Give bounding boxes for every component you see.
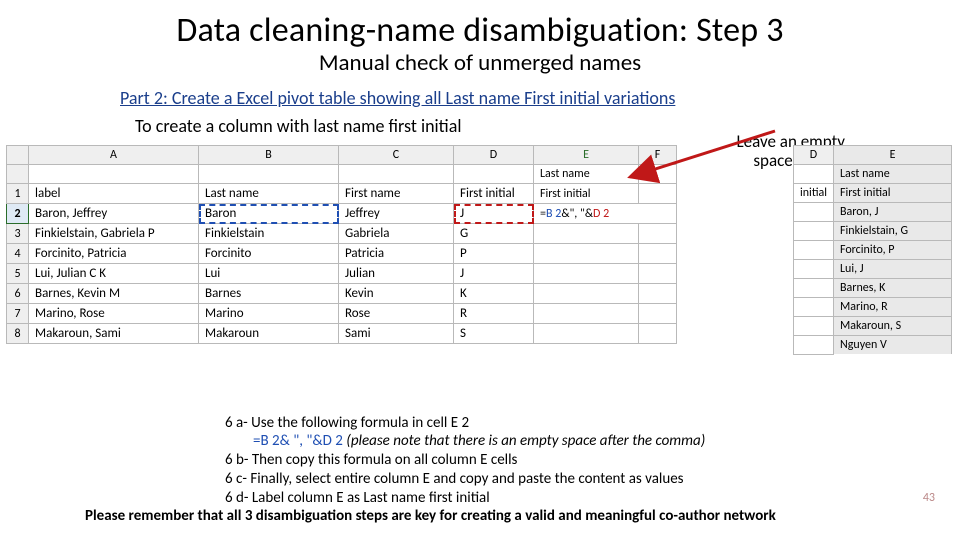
cell-label: Makaroun, Sami bbox=[29, 324, 199, 344]
slide-title: Data cleaning-name disambiguation: Step … bbox=[0, 10, 960, 51]
cell-lastname: Lui bbox=[199, 264, 339, 284]
cell-firstname: Julian bbox=[339, 264, 454, 284]
cell-D2: J bbox=[454, 204, 534, 224]
col-E-header: E bbox=[534, 146, 639, 165]
r-cell: Forcinito, P bbox=[834, 241, 952, 260]
left-spreadsheet: A B C D E F Last name 1 label Last name … bbox=[6, 145, 677, 344]
header-label: label bbox=[29, 184, 199, 204]
lastname-header-E: Last name bbox=[534, 165, 639, 184]
header-row-1: 1 label Last name First name First initi… bbox=[7, 184, 677, 204]
cell-initial: K bbox=[454, 284, 534, 304]
note-6c: 6 c- Finally, select entire column E and… bbox=[225, 470, 930, 489]
cell-firstname: Kevin bbox=[339, 284, 454, 304]
part2-heading: Part 2: Create a Excel pivot table showi… bbox=[120, 87, 960, 109]
row-num: 3 bbox=[7, 224, 29, 244]
cell-B2: Baron bbox=[199, 204, 339, 224]
page-number: 43 bbox=[923, 491, 935, 505]
cell-lastname: Barnes bbox=[199, 284, 339, 304]
corner-cell bbox=[7, 146, 29, 165]
r-cell: Barnes, K bbox=[834, 279, 952, 298]
data-row: 7 Marino, Rose Marino Rose R bbox=[7, 304, 677, 324]
col-header-row: A B C D E F bbox=[7, 146, 677, 165]
row-num: 1 bbox=[7, 184, 29, 204]
cell-E2-formula: =B 2&", "&D 2 bbox=[534, 204, 677, 224]
header-firstinitial-E: First initial bbox=[534, 184, 639, 204]
cell-label: Marino, Rose bbox=[29, 304, 199, 324]
note-6d: 6 d- Label column E as Last name first i… bbox=[225, 489, 930, 508]
r-header-D: initial bbox=[794, 184, 834, 203]
cell-firstname: Patricia bbox=[339, 244, 454, 264]
data-row-2: 2 Baron, Jeffrey Baron Jeffrey J =B 2&",… bbox=[7, 204, 677, 224]
r-col-E: E bbox=[834, 146, 952, 165]
cell-firstname: Rose bbox=[339, 304, 454, 324]
cell-lastname: Finkielstain bbox=[199, 224, 339, 244]
cell-initial: R bbox=[454, 304, 534, 324]
r-lastname-header: Last name bbox=[834, 165, 952, 184]
col-F-header: F bbox=[639, 146, 677, 165]
note-6a-formula: =B 2& ", "&D 2 (please note that there i… bbox=[253, 432, 930, 451]
data-row: 4 Forcinito, Patricia Forcinito Patricia… bbox=[7, 244, 677, 264]
r-cell: Marino, R bbox=[834, 298, 952, 317]
row-num: 8 bbox=[7, 324, 29, 344]
cell-firstname: Gabriela bbox=[339, 224, 454, 244]
cell-lastname: Forcinito bbox=[199, 244, 339, 264]
r-col-D: D bbox=[794, 146, 834, 165]
r-cell: Baron, J bbox=[834, 203, 952, 222]
header-lastname: Last name bbox=[199, 184, 339, 204]
data-row: 3 Finkielstain, Gabriela P Finkielstain … bbox=[7, 224, 677, 244]
cell-lastname: Makaroun bbox=[199, 324, 339, 344]
col-B-header: B bbox=[199, 146, 339, 165]
cell-label: Forcinito, Patricia bbox=[29, 244, 199, 264]
row-num: 5 bbox=[7, 264, 29, 284]
pre-header-row: Last name bbox=[7, 165, 677, 184]
notes-block: 6 a- Use the following formula in cell E… bbox=[85, 414, 930, 527]
note-6a: 6 a- Use the following formula in cell E… bbox=[225, 414, 930, 433]
col-C-header: C bbox=[339, 146, 454, 165]
slide-subtitle: Manual check of unmerged names bbox=[0, 49, 960, 77]
row-num: 7 bbox=[7, 304, 29, 324]
row-num: 4 bbox=[7, 244, 29, 264]
cell-firstname: Sami bbox=[339, 324, 454, 344]
cell-initial: S bbox=[454, 324, 534, 344]
cell-firstname: Jeffrey bbox=[339, 204, 454, 224]
header-firstname: First name bbox=[339, 184, 454, 204]
row-num: 2 bbox=[7, 204, 29, 224]
cell-initial: J bbox=[454, 264, 534, 284]
r-header-E: First initial bbox=[834, 184, 952, 203]
row-num-blank bbox=[7, 165, 29, 184]
cell-label: Finkielstain, Gabriela P bbox=[29, 224, 199, 244]
right-spreadsheet: D E Last name initial First initial Baro… bbox=[793, 145, 952, 355]
note-remember: Please remember that all 3 disambiguatio… bbox=[85, 507, 930, 526]
r-cell: Makaroun, S bbox=[834, 317, 952, 336]
data-row: 8 Makaroun, Sami Makaroun Sami S bbox=[7, 324, 677, 344]
row-num: 6 bbox=[7, 284, 29, 304]
r-cell: Finkielstain, G bbox=[834, 222, 952, 241]
cell-label: Baron, Jeffrey bbox=[29, 204, 199, 224]
data-row: 5 Lui, Julian C K Lui Julian J bbox=[7, 264, 677, 284]
col-D-header: D bbox=[454, 146, 534, 165]
cell-label: Lui, Julian C K bbox=[29, 264, 199, 284]
note-6b: 6 b- Then copy this formula on all colum… bbox=[225, 451, 930, 470]
data-row: 6 Barnes, Kevin M Barnes Kevin K bbox=[7, 284, 677, 304]
col-A-header: A bbox=[29, 146, 199, 165]
cell-initial: P bbox=[454, 244, 534, 264]
header-firstinitial: First initial bbox=[454, 184, 534, 204]
cell-label: Barnes, Kevin M bbox=[29, 284, 199, 304]
cell-initial: G bbox=[454, 224, 534, 244]
r-cell: Lui, J bbox=[834, 260, 952, 279]
r-cell: Nguyen V bbox=[834, 336, 952, 355]
cell-lastname: Marino bbox=[199, 304, 339, 324]
